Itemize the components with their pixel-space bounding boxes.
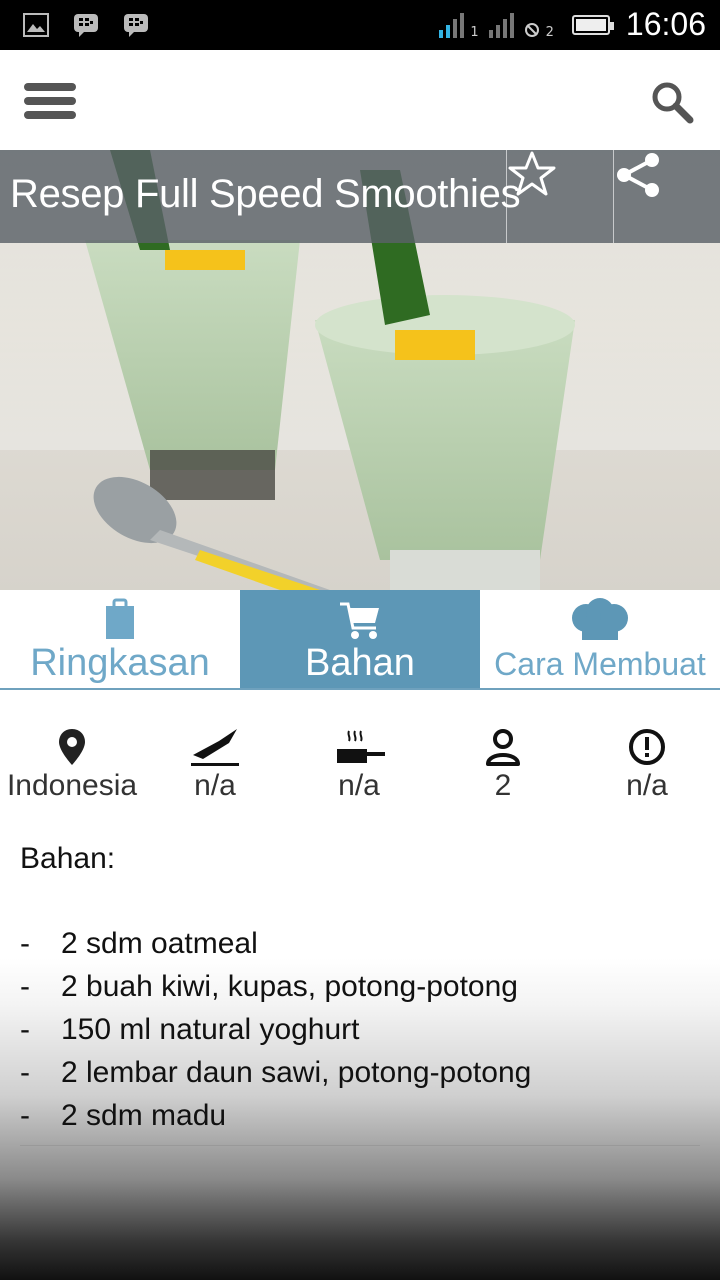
info-servings: 2: [431, 725, 575, 803]
tab-bahan[interactable]: Bahan: [240, 590, 480, 688]
clock: 16:06: [625, 6, 706, 42]
divider: [20, 1145, 700, 1146]
app-bar: [0, 50, 720, 150]
battery-icon: [571, 14, 614, 35]
star-icon: [508, 151, 556, 196]
info-prep: n/a: [143, 725, 287, 803]
recipe-info-row: Indonesia n/a n/a 2 n/a: [0, 725, 720, 815]
list-item: -2 sdm madu: [20, 1099, 227, 1132]
clipboard-icon: [106, 598, 134, 639]
info-value: 2: [494, 769, 512, 802]
info-cook: n/a: [287, 725, 431, 803]
ingredients-heading: Bahan:: [20, 842, 116, 875]
sim-label: 2: [545, 25, 554, 40]
info-difficulty: n/a: [575, 725, 719, 803]
list-item: -150 ml natural yoghurt: [20, 1013, 360, 1046]
bbm-icon: [122, 12, 150, 38]
tab-label: Cara Membuat: [494, 646, 706, 682]
recipe-photo: Resep Full Speed Smoothies: [0, 150, 720, 590]
tab-label: Bahan: [305, 642, 415, 684]
image-icon: [22, 12, 50, 38]
info-value: n/a: [338, 769, 380, 802]
status-bar: 1 2 16:06: [0, 0, 720, 50]
person-icon: [486, 729, 520, 766]
tab-cara-membuat[interactable]: Cara Membuat: [480, 590, 720, 688]
ingredients-list: -2 sdm oatmeal -2 buah kiwi, kupas, poto…: [20, 926, 531, 1141]
list-item: -2 lembar daun sawi, potong-potong: [20, 1056, 532, 1089]
signal-icon: [439, 12, 465, 38]
cart-icon: [340, 602, 379, 639]
recipe-tabs: Ringkasan Bahan Cara Membuat: [0, 590, 720, 690]
tab-ringkasan[interactable]: Ringkasan: [0, 590, 240, 688]
list-item: -2 sdm oatmeal: [20, 927, 258, 960]
info-value: Indonesia: [6, 769, 138, 802]
share-button[interactable]: [614, 150, 720, 243]
sim-label: 1: [470, 25, 479, 40]
location-pin-icon: [59, 729, 85, 765]
list-item: -2 buah kiwi, kupas, potong-potong: [20, 970, 518, 1003]
search-icon[interactable]: [650, 80, 694, 124]
info-origin: Indonesia: [0, 725, 144, 803]
share-icon: [617, 153, 659, 197]
signal-icon: [488, 12, 514, 38]
recipe-title-bar: Resep Full Speed Smoothies: [0, 150, 720, 243]
no-sim-icon: [524, 22, 539, 37]
tab-label: Ringkasan: [30, 642, 210, 684]
recipe-title: Resep Full Speed Smoothies: [10, 172, 521, 216]
bbm-icon: [72, 12, 100, 38]
ingredients-panel: Bahan: -2 sdm oatmeal -2 buah kiwi, kupa…: [0, 820, 720, 1280]
favorite-button[interactable]: [507, 150, 613, 243]
cooking-pan-icon: [337, 730, 385, 763]
info-value: n/a: [626, 769, 668, 802]
chef-hat-icon: [572, 598, 628, 640]
hamburger-menu-icon[interactable]: [24, 83, 76, 119]
info-value: n/a: [194, 769, 236, 802]
knife-icon: [191, 729, 239, 766]
alert-icon: [629, 729, 665, 765]
